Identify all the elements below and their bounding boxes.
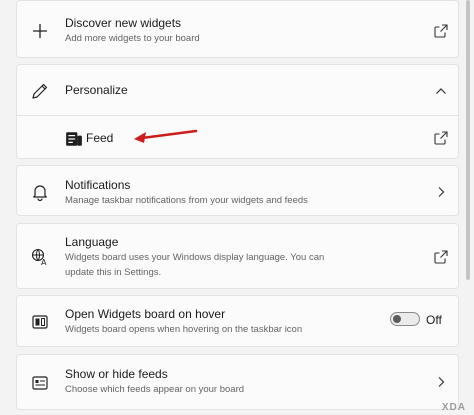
chevron-right-icon[interactable] [434, 375, 448, 389]
watermark-logo: XDA [441, 402, 466, 413]
personalize-title: Personalize [65, 83, 128, 97]
hover-toggle-state: Off [426, 313, 442, 327]
bell-icon [31, 183, 49, 201]
discover-widgets-subtitle: Add more widgets to your board [65, 33, 200, 44]
notifications-title: Notifications [65, 178, 131, 192]
external-link-icon [434, 24, 448, 38]
hover-title: Open Widgets board on hover [65, 307, 226, 321]
widgets-board-icon [31, 313, 49, 331]
feeds-card[interactable]: Show or hide feeds Choose which feeds ap… [16, 354, 459, 410]
toggle-knob [393, 315, 401, 323]
language-subtitle-line2: update this in Settings. [65, 267, 162, 278]
pencil-icon [31, 82, 49, 100]
chevron-right-icon[interactable] [434, 185, 448, 199]
annotation-arrow [134, 129, 198, 143]
feeds-subtitle: Choose which feeds appear on your board [65, 384, 245, 395]
language-subtitle-line1: Widgets board uses your Windows display … [65, 252, 325, 263]
notifications-card[interactable]: Notifications Manage taskbar notificatio… [16, 165, 459, 216]
language-card[interactable]: A Language Widgets board uses your Windo… [16, 223, 459, 289]
svg-text:A: A [41, 258, 47, 266]
feeds-title: Show or hide feeds [65, 367, 168, 381]
discover-widgets-title: Discover new widgets [65, 16, 182, 30]
plus-icon [31, 22, 49, 40]
hover-subtitle: Widgets board opens when hovering on the… [65, 324, 303, 335]
discover-widgets-card[interactable]: Discover new widgets Add more widgets to… [16, 0, 459, 58]
external-link-icon [434, 250, 448, 264]
language-title: Language [65, 235, 119, 249]
feed-card[interactable]: Feed [16, 116, 459, 159]
scrollbar[interactable] [466, 0, 470, 280]
feeds-icon [31, 374, 49, 392]
feed-label: Feed [86, 131, 114, 145]
notifications-subtitle: Manage taskbar notifications from your w… [65, 195, 308, 206]
chevron-up-icon[interactable] [434, 84, 448, 98]
hover-toggle[interactable] [390, 312, 420, 326]
language-icon: A [31, 248, 49, 266]
feed-icon [65, 130, 82, 146]
external-link-icon [434, 131, 448, 145]
personalize-card[interactable]: Personalize [16, 64, 459, 116]
